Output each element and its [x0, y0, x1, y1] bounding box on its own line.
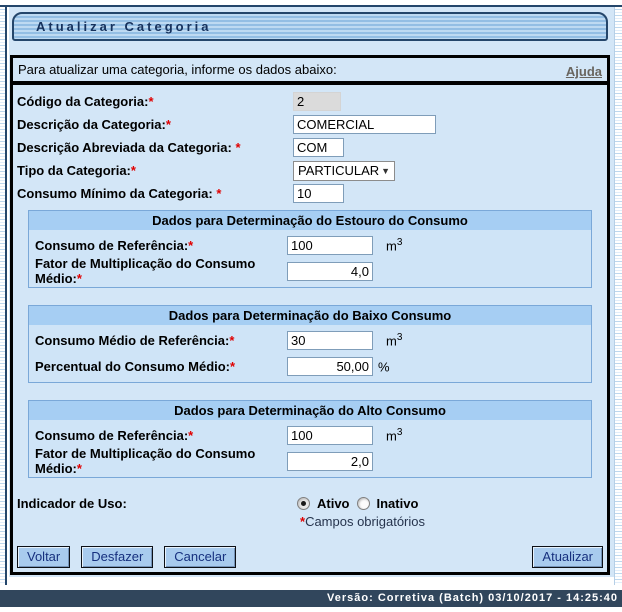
required-fields-note: *Campos obrigatórios [300, 514, 426, 529]
section-alto-consumo: Dados para Determinação do Alto Consumo … [28, 400, 592, 478]
unit-m3: m3 [386, 331, 403, 349]
radio-inativo-label[interactable]: Inativo [377, 496, 419, 511]
required-asterisk: * [229, 332, 235, 348]
descricao-abreviada-label: Descrição Abreviada da Categoria: * [17, 140, 241, 155]
field-row-descricao-abreviada: Descrição Abreviada da Categoria: * [16, 136, 604, 159]
version-text: Versão: Corretiva (Batch) 03/10/2017 - 1… [327, 592, 618, 604]
right-edge-pattern [614, 7, 622, 585]
cancelar-button[interactable]: Cancelar [164, 546, 237, 568]
required-asterisk: * [235, 140, 241, 155]
section-row: Fator de Multiplicação do Consumo Médio:… [29, 446, 591, 476]
indicador-uso-radio-group: Ativo Inativo [297, 496, 418, 511]
section-row: Percentual do Consumo Médio:* % [29, 353, 591, 379]
tipo-categoria-selected-value: PARTICULAR [298, 163, 380, 178]
consumo-minimo-input[interactable] [293, 184, 344, 203]
estouro-consumo-referencia-label: Consumo de Referência:* [35, 237, 194, 253]
baixo-consumo-medio-referencia-input[interactable] [287, 330, 373, 350]
estouro-fator-multiplicacao-label: Fator de Multiplicação do Consumo Médio:… [35, 256, 256, 286]
tipo-categoria-label: Tipo da Categoria:* [17, 163, 136, 178]
consumo-minimo-label: Consumo Mínimo da Categoria: * [17, 186, 222, 201]
tipo-categoria-select[interactable]: PARTICULAR ▼ [293, 160, 395, 181]
section-row: Consumo de Referência:* m3 [29, 422, 591, 448]
left-edge-pattern [0, 7, 7, 585]
top-fields: Código da Categoria:* Descrição da Categ… [13, 85, 607, 205]
update-category-form: Para atualizar uma categoria, informe os… [10, 55, 610, 575]
required-asterisk: * [130, 163, 136, 178]
field-row-consumo-minimo: Consumo Mínimo da Categoria: * [16, 182, 604, 205]
section-estouro-consumo: Dados para Determinação do Estouro do Co… [28, 210, 592, 288]
section-row: Consumo Médio de Referência:* m3 [29, 327, 591, 353]
alto-fator-multiplicacao-input[interactable] [287, 451, 373, 471]
descricao-abreviada-input[interactable] [293, 138, 344, 157]
required-asterisk: * [165, 117, 171, 132]
form-buttons-row: Voltar Desfazer Cancelar Atualizar [17, 546, 603, 568]
codigo-categoria-input [293, 92, 341, 111]
section-alto-header: Dados para Determinação do Alto Consumo [29, 401, 591, 420]
section-baixo-header: Dados para Determinação do Baixo Consumo [29, 306, 591, 325]
radio-inativo[interactable] [356, 496, 370, 510]
alto-consumo-referencia-label: Consumo de Referência:* [35, 427, 194, 443]
section-row: Consumo de Referência:* m3 [29, 232, 591, 258]
required-asterisk: * [230, 358, 236, 374]
radio-ativo[interactable] [297, 496, 310, 510]
page-title-bar: Atualizar Categoria [12, 12, 608, 41]
atualizar-button[interactable]: Atualizar [532, 546, 603, 568]
required-asterisk: * [188, 427, 194, 443]
estouro-consumo-referencia-input[interactable] [287, 235, 373, 255]
instruction-row: Para atualizar uma categoria, informe os… [13, 58, 607, 85]
estouro-fator-multiplicacao-input[interactable] [287, 261, 373, 281]
section-baixo-consumo: Dados para Determinação do Baixo Consumo… [28, 305, 592, 383]
voltar-button[interactable]: Voltar [17, 546, 71, 568]
required-asterisk: * [188, 237, 194, 253]
alto-fator-multiplicacao-label: Fator de Multiplicação do Consumo Médio:… [35, 446, 256, 476]
baixo-percentual-consumo-medio-label: Percentual do Consumo Médio:* [35, 358, 236, 374]
field-row-codigo: Código da Categoria:* [16, 90, 604, 113]
indicador-uso-row: Indicador de Uso: Ativo Inativo [13, 494, 607, 512]
help-link[interactable]: Ajuda [566, 64, 602, 79]
codigo-categoria-label: Código da Categoria:* [17, 94, 154, 109]
dropdown-arrow-icon: ▼ [381, 165, 390, 176]
baixo-consumo-medio-referencia-label: Consumo Médio de Referência:* [35, 332, 235, 348]
indicador-uso-label: Indicador de Uso: [17, 495, 127, 511]
instruction-text: Para atualizar uma categoria, informe os… [18, 62, 337, 77]
section-row: Fator de Multiplicação do Consumo Médio:… [29, 256, 591, 286]
field-row-tipo: Tipo da Categoria:* PARTICULAR ▼ [16, 159, 604, 182]
descricao-categoria-label: Descrição da Categoria:* [17, 117, 171, 132]
required-asterisk: * [76, 461, 82, 476]
required-asterisk: * [148, 94, 154, 109]
radio-ativo-label[interactable]: Ativo [317, 496, 350, 511]
required-asterisk: * [216, 186, 222, 201]
main-content-area: Atualizar Categoria Para atualizar uma c… [9, 7, 614, 577]
required-asterisk: * [76, 271, 82, 286]
unit-m3: m3 [386, 236, 403, 254]
baixo-percentual-consumo-medio-input[interactable] [287, 356, 373, 376]
descricao-categoria-input[interactable] [293, 115, 436, 134]
version-footer: Versão: Corretiva (Batch) 03/10/2017 - 1… [0, 590, 622, 607]
unit-m3: m3 [386, 426, 403, 444]
field-row-descricao: Descrição da Categoria:* [16, 113, 604, 136]
desfazer-button[interactable]: Desfazer [81, 546, 154, 568]
page-title: Atualizar Categoria [36, 19, 212, 34]
section-estouro-header: Dados para Determinação do Estouro do Co… [29, 211, 591, 230]
alto-consumo-referencia-input[interactable] [287, 425, 373, 445]
unit-percent: % [378, 359, 390, 375]
